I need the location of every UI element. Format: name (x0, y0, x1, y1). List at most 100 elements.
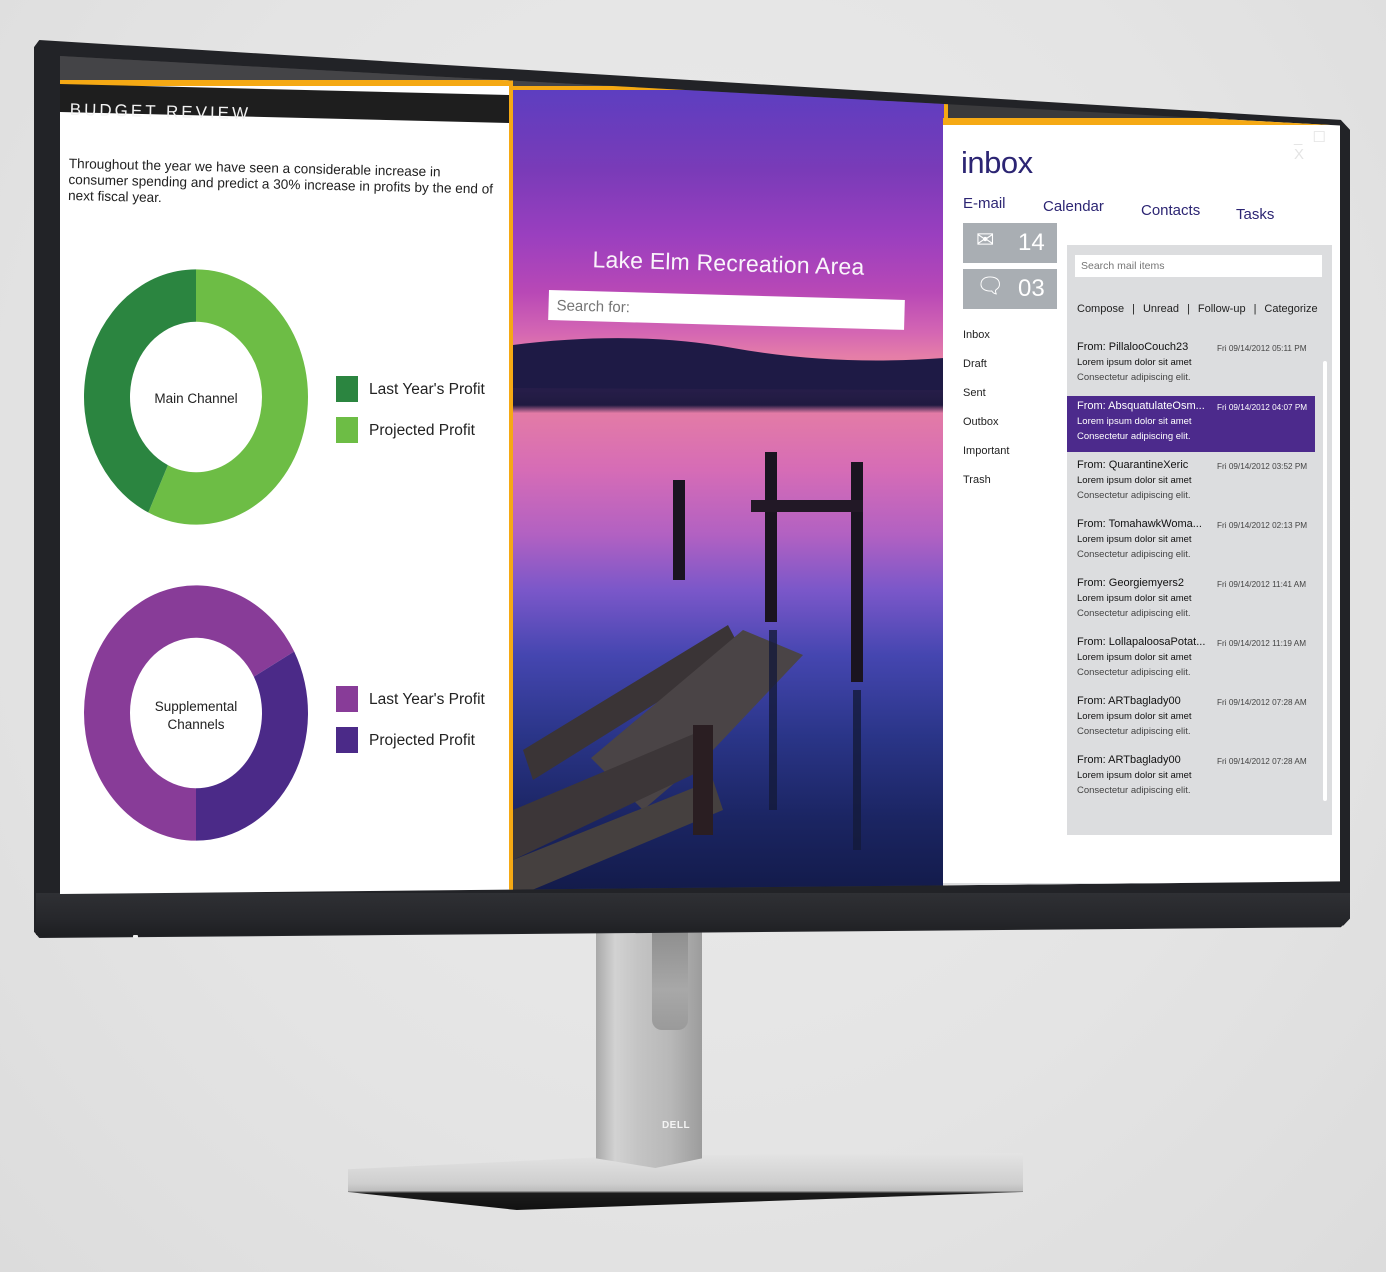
mail-item-selected[interactable]: From: AbsquatulateOsm... Fri 09/14/2012 0… (1067, 396, 1315, 452)
mail-preview: Consectetur adipiscing elit. (1077, 372, 1191, 383)
mail-from: From: QuarantineXeric (1077, 459, 1189, 471)
legend-swatch-projected (336, 727, 358, 753)
post-reflection (769, 630, 777, 810)
tab-tasks[interactable]: Tasks (1236, 206, 1274, 223)
mail-list-pane: Compose | Unread | Follow-up | Categorize From… (1067, 245, 1332, 835)
tab-calendar[interactable]: Calendar (1043, 198, 1104, 215)
main-channel-donut-chart: Main Channel (82, 264, 310, 530)
mail-item[interactable]: From: ARTbaglady00 Fri 09/14/2012 07:28 A… (1067, 750, 1315, 806)
mail-date: Fri 09/14/2012 05:11 PM (1217, 344, 1307, 353)
follow-up-button[interactable]: Follow-up (1198, 303, 1246, 315)
mail-date: Fri 09/14/2012 11:41 AM (1217, 580, 1307, 589)
mail-item[interactable]: From: ARTbaglady00 Fri 09/14/2012 07:28 A… (1067, 691, 1315, 747)
monitor-chin (36, 893, 1350, 937)
unread-mail-tile[interactable]: ✉ 14 (963, 223, 1057, 263)
mail-item[interactable]: From: TomahawkWoma... Fri 09/14/2012 02:1… (1067, 514, 1315, 570)
mail-preview: Consectetur adipiscing elit. (1077, 431, 1191, 442)
mail-date: Fri 09/14/2012 11:19 AM (1217, 639, 1307, 648)
maximize-button[interactable]: ☐ (1313, 128, 1328, 146)
budget-review-panel: BUDGET REVIEW Throughout the year we hav… (60, 80, 513, 894)
folder-sent[interactable]: Sent (963, 387, 986, 399)
folder-draft[interactable]: Draft (963, 358, 987, 370)
pier-photo (513, 338, 944, 894)
dell-logo: DELL (661, 1120, 691, 1131)
mail-date: Fri 09/14/2012 02:13 PM (1217, 521, 1308, 530)
folder-important[interactable]: Important (963, 445, 1009, 457)
separator: | (1253, 303, 1257, 315)
legend-label-last-year: Last Year's Profit (369, 691, 485, 708)
mail-item[interactable]: From: PillalooCouch23 Fri 09/14/2012 05:1… (1067, 337, 1315, 393)
pier-post (673, 480, 685, 580)
minimize-button[interactable]: _ (1294, 129, 1304, 146)
mail-list-scrollbar[interactable] (1323, 361, 1327, 801)
mail-search-input[interactable] (1075, 255, 1322, 277)
main-channel-center-label: Main Channel (154, 391, 238, 406)
mail-subject: Lorem ipsum dolor sit amet (1077, 593, 1192, 604)
categorize-button[interactable]: Categorize (1264, 303, 1317, 315)
chat-bubble-icon: 🗨 (976, 273, 1004, 298)
distant-shoreline (513, 338, 944, 390)
unread-button[interactable]: Unread (1143, 303, 1179, 315)
mail-from: From: AbsquatulateOsm... (1077, 400, 1205, 412)
lake-photo-panel: Lake Elm Recreation Area (509, 86, 948, 894)
envelope-icon: ✉ (976, 227, 995, 252)
pier-post (765, 452, 777, 622)
power-button[interactable] (133, 935, 138, 938)
pier-crossbeam (751, 500, 863, 512)
mail-from: From: TomahawkWoma... (1077, 518, 1202, 530)
mail-subject: Lorem ipsum dolor sit amet (1077, 711, 1192, 722)
center-label-line-2: Channels (167, 717, 225, 732)
tab-email[interactable]: E-mail (963, 195, 1006, 212)
legend-label-projected: Projected Profit (369, 732, 475, 749)
legend-swatch-projected (336, 417, 358, 443)
center-label-line-1: Supplemental (154, 699, 238, 714)
mail-subject: Lorem ipsum dolor sit amet (1077, 652, 1192, 663)
compose-button[interactable]: Compose (1077, 303, 1124, 315)
mail-subject: Lorem ipsum dolor sit amet (1077, 416, 1192, 427)
budget-description: Throughout the year we have seen a consi… (67, 156, 494, 206)
close-button[interactable]: X (1294, 146, 1306, 163)
legend-swatch-last-year (336, 376, 358, 402)
mail-subject: Lorem ipsum dolor sit amet (1077, 534, 1192, 545)
messages-tile[interactable]: 🗨 03 (963, 269, 1057, 309)
mail-from: From: ARTbaglady00 (1077, 754, 1181, 766)
mail-date: Fri 09/14/2012 04:07 PM (1217, 403, 1308, 412)
monitor-screen: BUDGET REVIEW Throughout the year we hav… (60, 56, 1340, 894)
budget-title: BUDGET REVIEW (69, 100, 252, 124)
window-controls: _ ☐ X (1292, 128, 1340, 163)
mail-date: Fri 09/14/2012 07:28 AM (1217, 698, 1307, 707)
tab-contacts[interactable]: Contacts (1141, 202, 1200, 219)
supplemental-channels-donut-chart: Supplemental Channels (82, 580, 310, 846)
unread-mail-count: 14 (1018, 229, 1045, 256)
folder-trash[interactable]: Trash (963, 474, 991, 486)
mail-preview: Consectetur adipiscing elit. (1077, 726, 1191, 737)
folder-outbox[interactable]: Outbox (963, 416, 998, 428)
donut-slice-projected (196, 651, 308, 841)
pier-post (851, 462, 863, 682)
mail-date: Fri 09/14/2012 03:52 PM (1217, 462, 1308, 471)
folder-inbox[interactable]: Inbox (963, 329, 990, 341)
mail-preview: Consectetur adipiscing elit. (1077, 549, 1191, 560)
mail-from: From: PillalooCouch23 (1077, 341, 1189, 353)
legend-label-last-year: Last Year's Profit (369, 381, 485, 398)
mail-subject: Lorem ipsum dolor sit amet (1077, 357, 1192, 368)
mail-item[interactable]: From: Georgiemyers2 Fri 09/14/2012 11:41 … (1067, 573, 1315, 629)
mail-from: From: ARTbaglady00 (1077, 695, 1181, 707)
inbox-panel: inbox E-mail Calendar Contacts Tasks ✉ 1… (943, 118, 1340, 894)
separator: | (1132, 303, 1135, 315)
mail-item[interactable]: From: QuarantineXeric Fri 09/14/2012 03:5… (1067, 455, 1315, 511)
mail-item[interactable]: From: LollapaloosaPotat... Fri 09/14/2012… (1067, 632, 1315, 688)
mail-preview: Consectetur adipiscing elit. (1077, 785, 1191, 796)
mail-subject: Lorem ipsum dolor sit amet (1077, 770, 1192, 781)
legend-label-projected: Projected Profit (369, 422, 475, 439)
legend-swatch-last-year (336, 686, 358, 712)
mail-date: Fri 09/14/2012 07:28 AM (1217, 757, 1307, 766)
pier-post (693, 725, 713, 835)
mail-action-bar: Compose | Unread | Follow-up | Categorize (1077, 303, 1318, 315)
supplemental-channels-center-label: Supplemental Channels (82, 698, 310, 734)
cable-management-slot (652, 930, 688, 1030)
mail-preview: Consectetur adipiscing elit. (1077, 667, 1191, 678)
mail-preview: Consectetur adipiscing elit. (1077, 490, 1191, 501)
mail-from: From: Georgiemyers2 (1077, 577, 1184, 589)
post-reflection (853, 690, 861, 850)
